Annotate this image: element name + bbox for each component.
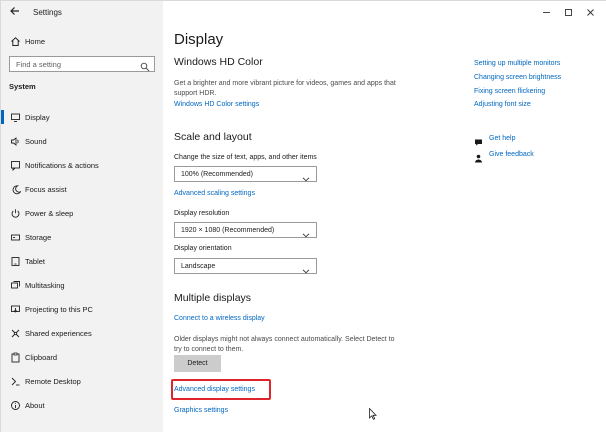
sidebar-item-label: Focus assist	[25, 185, 67, 194]
mouse-cursor-icon	[369, 407, 377, 420]
wireless-display-link[interactable]: Connect to a wireless display	[174, 315, 265, 322]
help-chat-icon	[474, 134, 483, 146]
chevron-down-icon	[302, 170, 310, 182]
get-help-label: Get help	[489, 135, 516, 142]
multitasking-icon	[9, 279, 21, 291]
remote-desktop-icon	[9, 375, 21, 387]
nav-home[interactable]: Home	[1, 31, 163, 51]
moon-icon	[9, 183, 21, 195]
notification-icon	[9, 159, 21, 171]
page-title: Display	[174, 31, 224, 48]
sidebar-item-about[interactable]: About	[1, 395, 163, 415]
sidebar-item-label: Multitasking	[25, 281, 65, 290]
sidebar-item-notifications[interactable]: Notifications & actions	[1, 155, 163, 175]
speaker-icon	[9, 135, 21, 147]
give-feedback-label: Give feedback	[489, 151, 534, 158]
related-link-flickering[interactable]: Fixing screen flickering	[474, 88, 545, 95]
back-arrow-icon[interactable]	[7, 5, 23, 21]
power-icon	[9, 207, 21, 219]
section-heading-hd-color: Windows HD Color	[174, 56, 263, 68]
sidebar-item-label: Clipboard	[25, 353, 58, 362]
sidebar-item-label: Projecting to this PC	[25, 305, 93, 314]
sidebar-item-label: Notifications & actions	[25, 161, 99, 170]
home-icon	[9, 35, 21, 47]
sidebar-item-storage[interactable]: Storage	[1, 227, 163, 247]
sidebar-item-shared-experiences[interactable]: Shared experiences	[1, 323, 163, 343]
detect-button[interactable]: Detect	[174, 355, 221, 372]
title-bar: Settings	[1, 1, 163, 25]
orientation-label: Display orientation	[174, 245, 232, 252]
resolution-dropdown[interactable]: 1920 × 1080 (Recommended)	[174, 222, 317, 238]
sidebar-item-clipboard[interactable]: Clipboard	[1, 347, 163, 367]
resolution-label: Display resolution	[174, 210, 230, 217]
sidebar-item-sound[interactable]: Sound	[1, 131, 163, 151]
sidebar-item-remote-desktop[interactable]: Remote Desktop	[1, 371, 163, 391]
search-input[interactable]	[16, 59, 136, 70]
scale-dropdown[interactable]: 100% (Recommended)	[174, 166, 317, 182]
chevron-down-icon	[302, 226, 310, 238]
window-controls	[535, 4, 601, 20]
sidebar-item-tablet[interactable]: Tablet	[1, 251, 163, 271]
related-link-multiple-monitors[interactable]: Setting up multiple monitors	[474, 60, 560, 67]
tablet-icon	[9, 255, 21, 267]
section-heading-multiple-displays: Multiple displays	[174, 292, 252, 304]
scale-value: 100% (Recommended)	[181, 171, 253, 178]
scale-label: Change the size of text, apps, and other…	[174, 154, 317, 161]
search-icon[interactable]	[140, 59, 150, 72]
maximize-icon[interactable]	[557, 4, 579, 20]
main-content: Display Windows HD Color Get a brighter …	[163, 1, 606, 432]
orientation-dropdown[interactable]: Landscape	[174, 258, 317, 274]
sidebar: Settings Home System Display Sound	[1, 1, 163, 432]
hd-color-settings-link[interactable]: Windows HD Color settings	[174, 101, 259, 108]
sidebar-item-label: Power & sleep	[25, 209, 74, 218]
close-icon[interactable]	[579, 4, 601, 20]
graphics-settings-link[interactable]: Graphics settings	[174, 407, 228, 414]
sidebar-item-label: Sound	[25, 137, 47, 146]
shared-icon	[9, 327, 21, 339]
advanced-scaling-link[interactable]: Advanced scaling settings	[174, 190, 255, 197]
sidebar-item-label: Display	[25, 113, 50, 122]
sidebar-item-label: Shared experiences	[25, 329, 92, 338]
nav-home-label: Home	[25, 37, 46, 46]
projector-icon	[9, 303, 21, 315]
orientation-value: Landscape	[181, 263, 216, 270]
settings-window: Settings Home System Display Sound	[0, 0, 606, 432]
app-title: Settings	[33, 8, 62, 17]
sidebar-item-label: About	[25, 401, 45, 410]
sidebar-item-projecting[interactable]: Projecting to this PC	[1, 299, 163, 319]
advanced-display-settings-link[interactable]: Advanced display settings	[174, 386, 255, 393]
sidebar-item-power-sleep[interactable]: Power & sleep	[1, 203, 163, 223]
resolution-value: 1920 × 1080 (Recommended)	[181, 227, 275, 234]
sidebar-item-label: Storage	[25, 233, 52, 242]
search-box[interactable]	[9, 56, 155, 72]
feedback-icon	[474, 150, 483, 163]
minimize-icon[interactable]	[535, 4, 557, 20]
section-label-system: System	[9, 82, 36, 91]
storage-icon	[9, 231, 21, 243]
chevron-down-icon	[302, 262, 310, 274]
hd-color-description: Get a brighter and more vibrant picture …	[174, 80, 396, 97]
section-heading-scale-layout: Scale and layout	[174, 131, 252, 143]
related-link-brightness[interactable]: Changing screen brightness	[474, 74, 561, 81]
sidebar-item-multitasking[interactable]: Multitasking	[1, 275, 163, 295]
sidebar-item-focus-assist[interactable]: Focus assist	[1, 179, 163, 199]
sidebar-item-label: Tablet	[25, 257, 46, 266]
sidebar-item-label: Remote Desktop	[25, 377, 81, 386]
sidebar-item-display[interactable]: Display	[1, 107, 163, 127]
clipboard-icon	[9, 351, 21, 363]
info-icon	[9, 399, 21, 411]
multiple-displays-description: Older displays might not always connect …	[174, 336, 395, 353]
related-link-font-size[interactable]: Adjusting font size	[474, 101, 531, 108]
monitor-icon	[9, 111, 21, 123]
